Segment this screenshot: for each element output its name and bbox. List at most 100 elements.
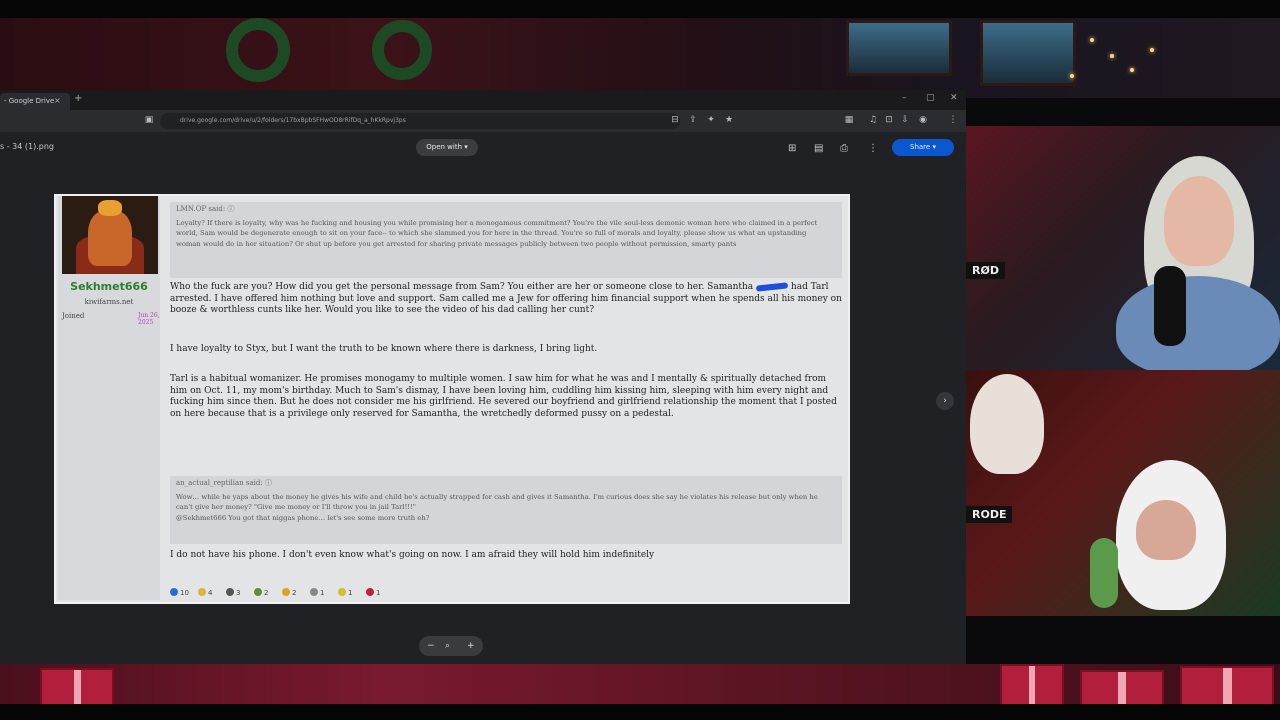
- reaction-emoji-icon: [170, 588, 178, 596]
- user-panel: Sekhmet666 kiwifarms.net Joined Jun 26, …: [58, 196, 160, 600]
- streamer-face: [1164, 176, 1234, 266]
- mic-brand-label: RØD: [966, 262, 1005, 279]
- quote-text: @Sekhmet666 You got that niggas phone… l…: [176, 514, 430, 522]
- quote-text: Loyalty? If there is loyalty, why was he…: [176, 219, 818, 248]
- post-paragraph: I have loyalty to Styx, but I want the t…: [170, 344, 598, 354]
- install-icon[interactable]: ⊟: [670, 115, 680, 125]
- reaction-count: 1: [320, 589, 325, 597]
- tree-light: [1090, 38, 1094, 42]
- close-window-button[interactable]: ✕: [950, 94, 958, 103]
- tab-search-icon[interactable]: ▣: [144, 115, 154, 125]
- file-name: s - 34 (1).png: [0, 142, 54, 151]
- maximize-button[interactable]: ▢: [926, 94, 935, 103]
- minimize-button[interactable]: –: [902, 94, 907, 103]
- reaction-item[interactable]: 1: [310, 588, 324, 600]
- post-content: LMN.OP said: ⓘ Loyalty? If there is loya…: [168, 196, 848, 600]
- tree-light: [1070, 74, 1074, 78]
- wreath-left: [226, 18, 290, 82]
- tab-google-drive[interactable]: - Google Drive ×: [0, 93, 70, 110]
- downloads-icon[interactable]: ⇩: [900, 115, 910, 125]
- reaction-count: 1: [348, 589, 353, 597]
- address-bar-row: ▣ drive.google.com/drive/u/2/folders/17b…: [0, 110, 966, 132]
- reaction-count: 3: [236, 589, 241, 597]
- menu-icon[interactable]: ⋮: [948, 115, 958, 125]
- webcam-bottom: RODE: [966, 370, 1280, 616]
- streamer-body: [1116, 276, 1280, 370]
- zoom-icon[interactable]: ⌕: [445, 636, 450, 656]
- webcam-top: RØD: [966, 126, 1280, 370]
- new-tab-button[interactable]: +: [74, 94, 82, 104]
- tree-light: [1130, 68, 1134, 72]
- more-options-icon[interactable]: ⋮: [868, 144, 878, 154]
- reaction-emoji-icon: [338, 588, 346, 596]
- add-to-drive-icon[interactable]: ⊞: [788, 144, 796, 154]
- reaction-emoji-icon: [226, 588, 234, 596]
- zoom-in-button[interactable]: +: [467, 636, 475, 656]
- joined-label: Joined: [62, 312, 85, 320]
- open-with-label: Open with: [426, 143, 463, 151]
- username: Sekhmet666: [70, 280, 148, 293]
- tab-close-icon[interactable]: ×: [54, 97, 61, 105]
- reaction-count: 1: [376, 589, 381, 597]
- user-avatar: [62, 196, 158, 274]
- comment-icon[interactable]: ▤: [814, 144, 823, 154]
- mic-brand-label: RODE: [966, 506, 1013, 523]
- reaction-emoji-icon: [198, 588, 206, 596]
- share-label: Share: [910, 143, 931, 151]
- tab-title: - Google Drive: [4, 97, 55, 105]
- media-icon[interactable]: ♫: [868, 115, 878, 125]
- avatar-figure: [88, 210, 132, 266]
- profile-icon[interactable]: ◉: [918, 115, 928, 125]
- santa-figure: [970, 374, 1044, 474]
- letterbox-top: [0, 0, 1280, 18]
- reaction-count: 2: [264, 589, 269, 597]
- reaction-item[interactable]: 1: [366, 588, 380, 600]
- zoom-out-button[interactable]: −: [427, 636, 435, 656]
- paragraph-text: Who the fuck are you? How did you get th…: [170, 282, 754, 292]
- quote-author: an_actual_reptilian said: ⓘ: [176, 479, 272, 487]
- sidebar-icon[interactable]: ▦: [844, 115, 854, 125]
- next-file-button[interactable]: ›: [936, 392, 954, 410]
- reaction-emoji-icon: [254, 588, 262, 596]
- quote-block: LMN.OP said: ⓘ Loyalty? If there is loya…: [170, 202, 842, 278]
- quote-block: an_actual_reptilian said: ⓘ Wow… while h…: [170, 476, 842, 544]
- avatar-hat: [98, 200, 122, 216]
- chevron-down-icon: ▾: [464, 143, 468, 151]
- user-title: kiwifarms.net: [84, 298, 134, 306]
- window-left: [846, 20, 952, 76]
- microphone: [1154, 266, 1186, 346]
- tab-bar: - Google Drive × + – ▢ ✕: [0, 90, 966, 110]
- reaction-item[interactable]: 4: [198, 588, 212, 600]
- reaction-emoji-icon: [366, 588, 374, 596]
- post-paragraph: Who the fuck are you? How did you get th…: [170, 281, 842, 317]
- file-viewer-toolbar: s - 34 (1).png Open with ▾ ⊞ ▤ ⎙ ⋮ Share…: [0, 132, 966, 162]
- browser-window: - Google Drive × + – ▢ ✕ ▣ drive.google.…: [0, 90, 966, 664]
- open-with-button[interactable]: Open with ▾: [416, 139, 478, 156]
- share-page-icon[interactable]: ⇪: [688, 115, 698, 125]
- reaction-item[interactable]: 1: [338, 588, 352, 600]
- reaction-item[interactable]: 10: [170, 588, 189, 600]
- quote-author: LMN.OP said: ⓘ: [176, 205, 235, 213]
- tree-light: [1110, 54, 1114, 58]
- floor-background: [0, 664, 1280, 708]
- reaction-count: 4: [208, 589, 213, 597]
- url-field[interactable]: drive.google.com/drive/u/2/folders/17bxB…: [160, 113, 680, 129]
- reaction-item[interactable]: 2: [254, 588, 268, 600]
- forum-post-image: Sekhmet666 kiwifarms.net Joined Jun 26, …: [54, 194, 850, 604]
- gift-box: [1080, 670, 1164, 708]
- reading-list-icon[interactable]: ⊡: [884, 115, 894, 125]
- tree-light: [1150, 48, 1154, 52]
- quote-text: Wow… while he yaps about the money he gi…: [176, 493, 818, 512]
- redaction-mark: [755, 281, 789, 292]
- print-icon[interactable]: ⎙: [840, 144, 848, 154]
- share-button[interactable]: Share ▾: [892, 139, 954, 156]
- reaction-item[interactable]: 3: [226, 588, 240, 600]
- extension-icon[interactable]: ✦: [706, 115, 716, 125]
- post-paragraph: Tarl is a habitual womanizer. He promise…: [170, 374, 837, 419]
- zoom-controls: − ⌕ +: [419, 636, 483, 656]
- wreath-right: [372, 20, 432, 80]
- bookmark-star-icon[interactable]: ★: [724, 115, 734, 125]
- gift-box: [1000, 664, 1064, 708]
- reaction-item[interactable]: 2: [282, 588, 296, 600]
- window-right: [980, 20, 1076, 86]
